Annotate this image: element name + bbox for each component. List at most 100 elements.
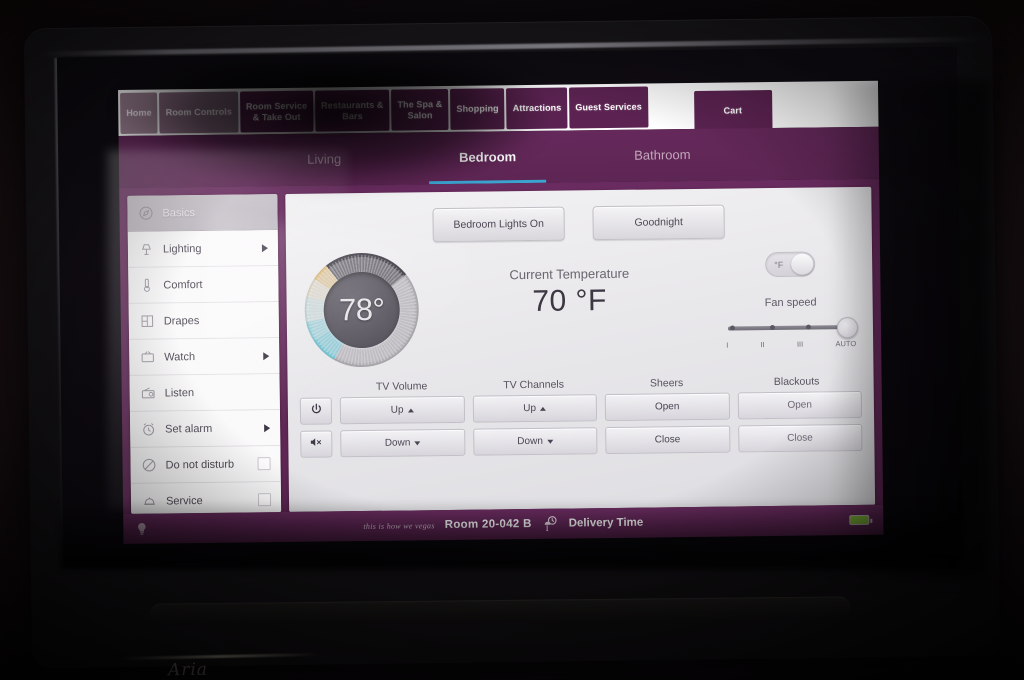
fan-tick-auto: AUTO xyxy=(835,339,857,349)
scene-goodnight-button[interactable]: Goodnight xyxy=(592,204,725,241)
room-controls-app: Home Room Controls Room Service & Take O… xyxy=(118,80,884,560)
window-icon xyxy=(139,313,155,329)
tab-bathroom[interactable]: Bathroom xyxy=(634,147,691,165)
sidebar-item-set-alarm[interactable]: Set alarm xyxy=(129,410,281,448)
caret-down-icon xyxy=(414,440,421,445)
nav-tab-restaurants-line2: Bars xyxy=(342,110,363,121)
sidebar-item-basics-label: Basics xyxy=(162,206,195,219)
bedroom-basics-panel: Bedroom Lights On Goodnight 78° Current … xyxy=(285,186,876,512)
nav-tab-room-service-label: Room Service & Take Out xyxy=(246,100,307,123)
nav-tab-home[interactable]: Home xyxy=(120,92,158,134)
header-sheers: Sheers xyxy=(649,377,684,390)
tab-bathroom-label: Bathroom xyxy=(634,146,691,163)
nav-tab-restaurants-line1: Restaurants & xyxy=(321,99,384,111)
tv-channel-up-label: Up xyxy=(523,402,537,415)
nav-tab-room-service[interactable]: Room Service & Take Out xyxy=(239,90,314,133)
scene-bedroom-lights-on-label: Bedroom Lights On xyxy=(453,217,544,231)
climate-section: 78° Current Temperature 70 °F °F Fan spe… xyxy=(298,247,861,368)
tv-volume-up-button[interactable]: Up xyxy=(339,395,465,425)
nav-tab-room-controls-label: Room Controls xyxy=(165,106,233,118)
sidebar-item-do-not-disturb[interactable]: Do not disturb xyxy=(130,446,281,484)
controls-row-down: Down Down Close Close xyxy=(300,423,863,458)
nav-tab-room-controls[interactable]: Room Controls xyxy=(159,91,239,134)
nav-tab-spa-line1: The Spa & xyxy=(397,98,443,110)
do-not-disturb-checkbox[interactable] xyxy=(257,457,271,471)
tv-channel-down-label: Down xyxy=(517,435,543,448)
tv-channel-down-button[interactable]: Down xyxy=(472,427,598,456)
sidebar-item-listen-label: Listen xyxy=(164,386,195,399)
nav-tab-attractions-label: Attractions xyxy=(512,102,562,114)
sidebar-item-lighting[interactable]: Lighting xyxy=(127,230,279,268)
nav-tab-spa-line2: Salon xyxy=(407,109,433,120)
compass-icon xyxy=(137,205,153,221)
scene-buttons-row: Bedroom Lights On Goodnight xyxy=(297,203,859,244)
temperature-unit-label: °F xyxy=(774,259,784,270)
nav-tab-restaurants-bars-label: Restaurants & Bars xyxy=(321,99,384,122)
controls-button-grid: Up Up Open Open Down Down Close Close xyxy=(299,390,863,458)
delivery-time-label[interactable]: Delivery Time xyxy=(569,517,644,530)
tab-bedroom[interactable]: Bedroom xyxy=(459,149,516,167)
tv-mute-button[interactable] xyxy=(300,430,333,458)
blackouts-close-label: Close xyxy=(787,432,813,444)
sidebar-item-service[interactable]: Service xyxy=(130,482,282,514)
nav-tab-spa-salon[interactable]: The Spa & Salon xyxy=(391,88,449,131)
temperature-setpoint-dial[interactable]: 78° xyxy=(304,252,420,368)
nav-tab-guest-services-label: Guest Services xyxy=(575,101,642,113)
scene-bedroom-lights-on-button[interactable]: Bedroom Lights On xyxy=(432,206,565,243)
tab-living[interactable]: Living xyxy=(307,151,341,168)
sidebar-item-lighting-label: Lighting xyxy=(162,242,202,255)
unit-and-fan-block: °F Fan speed I II III AUTO xyxy=(720,247,861,350)
sidebar-item-listen[interactable]: Listen xyxy=(129,374,280,412)
fan-speed-label: Fan speed xyxy=(764,296,817,310)
tab-bedroom-label: Bedroom xyxy=(459,148,517,165)
nav-tab-restaurants-bars[interactable]: Restaurants & Bars xyxy=(314,89,390,132)
nav-tab-home-label: Home xyxy=(126,107,152,118)
sidebar-item-comfort[interactable]: Comfort xyxy=(128,266,279,304)
tv-channel-up-button[interactable]: Up xyxy=(472,394,598,423)
nav-tab-spa-salon-label: The Spa & Salon xyxy=(397,99,442,122)
sidebar-item-drapes[interactable]: Drapes xyxy=(128,302,280,340)
fan-speed-tick-labels: I II III AUTO xyxy=(726,339,856,350)
service-checkbox[interactable] xyxy=(257,493,272,507)
sidebar-item-set-alarm-label: Set alarm xyxy=(165,422,213,435)
sidebar-item-watch-label: Watch xyxy=(164,350,196,363)
tv-power-button[interactable] xyxy=(299,397,333,425)
fan-tick-dot-2 xyxy=(769,324,775,331)
photo-of-tablet: Aria Home Room Controls Room Service & T… xyxy=(0,0,1024,680)
nav-tab-cart-label: Cart xyxy=(723,105,743,116)
tab-living-label: Living xyxy=(307,150,342,167)
sidebar-item-watch[interactable]: Watch xyxy=(129,338,280,376)
fan-slider-handle[interactable] xyxy=(836,316,859,339)
blackouts-open-button[interactable]: Open xyxy=(737,390,863,420)
radio-icon xyxy=(140,385,156,401)
tv-volume-down-button[interactable]: Down xyxy=(340,428,465,458)
nav-tab-cart[interactable]: Cart xyxy=(693,90,773,132)
bell-icon xyxy=(141,493,157,509)
fan-slider-track xyxy=(727,325,854,331)
nav-tab-shopping[interactable]: Shopping xyxy=(450,88,505,130)
fan-tick-1: I xyxy=(726,340,729,350)
fan-tick-dot-3 xyxy=(805,324,811,330)
delivery-clock-icon xyxy=(542,516,559,532)
nav-tab-guest-services[interactable]: Guest Services xyxy=(569,86,649,129)
chevron-right-icon xyxy=(263,351,270,360)
tv-icon xyxy=(139,349,155,365)
sheers-close-button[interactable]: Close xyxy=(605,425,730,455)
blackouts-close-button[interactable]: Close xyxy=(737,423,863,453)
header-tv-channels: TV Channels xyxy=(503,378,565,392)
temperature-unit-toggle[interactable]: °F xyxy=(765,251,816,278)
lamp-icon xyxy=(138,241,154,257)
current-temperature-block: Current Temperature 70 °F xyxy=(424,249,715,321)
sidebar-item-basics[interactable]: Basics xyxy=(127,194,278,232)
header-tv-volume: TV Volume xyxy=(375,380,428,393)
status-bar-center: this is how we vegas Room 20-042 B Deliv… xyxy=(123,512,883,537)
nav-tab-attractions[interactable]: Attractions xyxy=(506,87,568,130)
fan-tick-dot-1 xyxy=(729,325,735,331)
sheers-open-button[interactable]: Open xyxy=(604,392,730,422)
hotel-tagline: this is how we vegas xyxy=(363,520,435,531)
controls-row-up: Up Up Open Open xyxy=(299,390,863,425)
controls-sidebar: Basics Lighting Comfort Drapes Watch Lis… xyxy=(127,194,282,514)
fan-speed-slider[interactable] xyxy=(726,316,859,339)
battery-icon xyxy=(849,514,870,526)
fan-tick-3: III xyxy=(796,339,804,349)
